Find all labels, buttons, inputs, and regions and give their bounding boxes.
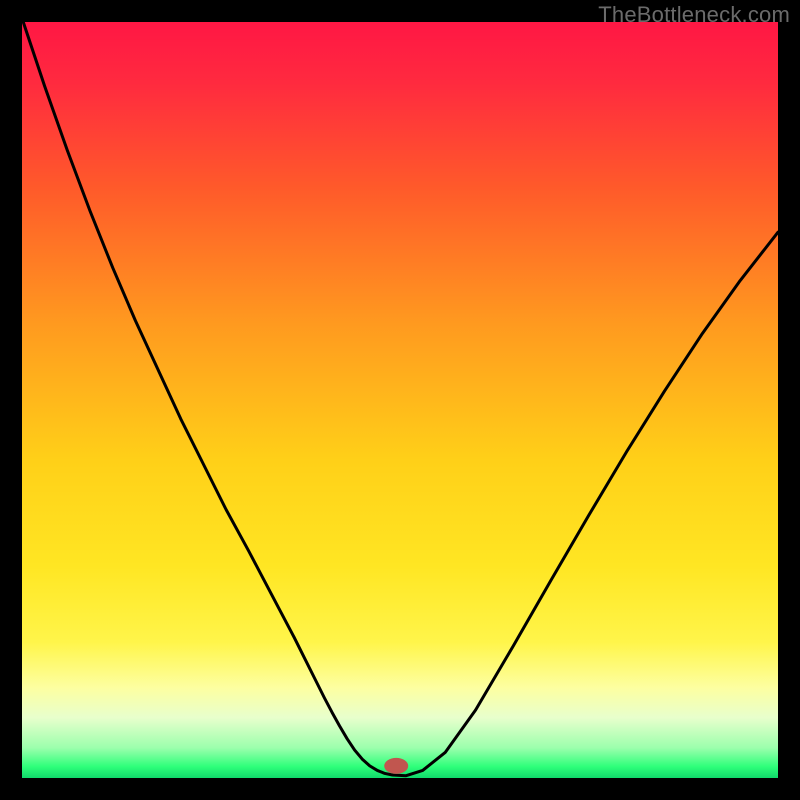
chart-svg bbox=[22, 22, 778, 778]
chart-frame: TheBottleneck.com bbox=[0, 0, 800, 800]
watermark-text: TheBottleneck.com bbox=[598, 2, 790, 28]
plot-area bbox=[22, 22, 778, 778]
optimal-point-marker bbox=[384, 758, 408, 774]
gradient-background bbox=[22, 22, 778, 778]
